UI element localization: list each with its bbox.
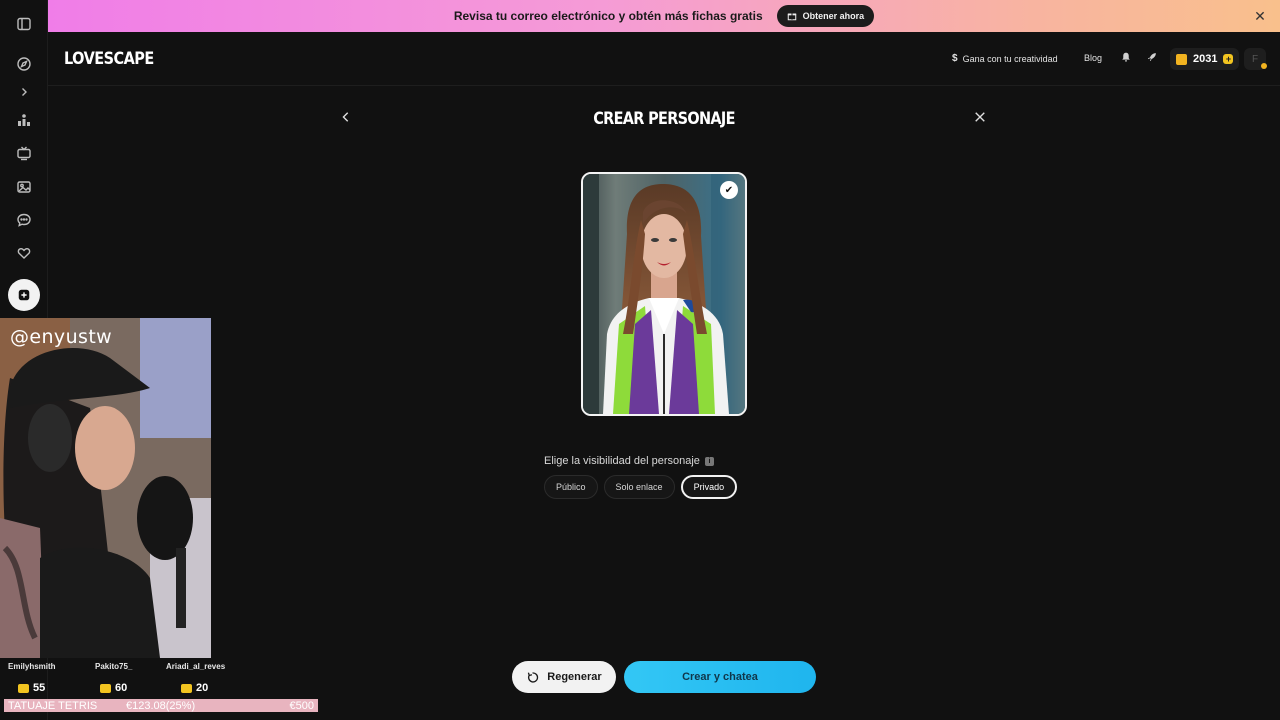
regenerate-button[interactable]: Regenerar [512, 661, 616, 693]
app-root: Revisa tu correo electrónico y obtén más… [0, 0, 1280, 720]
goal-name: TATUAJE TETRIS [8, 699, 98, 712]
visibility-label: Elige la visibilidad del personaje i [544, 455, 714, 467]
dollar-icon: $ [952, 53, 958, 64]
coin-icon [100, 683, 111, 693]
streamer-handle: @enyustw [10, 326, 113, 348]
donation-goal-bar: TATUAJE TETRIS €123.08(25%) €500 [4, 699, 318, 712]
heart-hands-icon[interactable] [12, 241, 36, 265]
selected-check-icon: ✔ [720, 181, 738, 199]
donor-amount: 20 [181, 682, 208, 694]
earn-label: Gana con tu creatividad [962, 53, 1058, 64]
avatar-initial: F [1251, 53, 1259, 65]
visibility-public-option[interactable]: Público [544, 475, 598, 499]
coin-icon [18, 683, 29, 693]
earn-link[interactable]: $ Gana con tu creatividad [952, 53, 1058, 64]
promo-banner: Revisa tu correo electrónico y obtén más… [48, 0, 1280, 32]
add-icon [18, 289, 30, 301]
close-icon[interactable] [974, 110, 988, 126]
rocket-icon[interactable] [1146, 51, 1160, 65]
compass-icon[interactable] [12, 52, 36, 76]
donor-amount: 60 [100, 682, 127, 694]
chevron-right-icon[interactable] [12, 80, 36, 104]
coin-icon [1176, 53, 1187, 65]
webcam-image [0, 318, 211, 658]
info-icon[interactable]: i [704, 456, 714, 466]
visibility-label-text: Elige la visibilidad del personaje [544, 455, 700, 467]
tv-icon[interactable] [12, 141, 36, 165]
visibility-link-option[interactable]: Solo enlace [603, 475, 675, 499]
add-character-button[interactable] [8, 279, 40, 311]
get-now-button[interactable]: Obtener ahora [776, 5, 875, 27]
page-title: CREAR PERSONAJE [593, 109, 735, 129]
coin-icon [181, 683, 192, 693]
coin-balance[interactable]: 2031 + [1170, 48, 1240, 70]
banner-close-icon[interactable]: ✕ [1252, 8, 1268, 24]
blog-link[interactable]: Blog [1084, 53, 1102, 63]
bell-icon[interactable] [1120, 51, 1134, 65]
donor-amount: 55 [18, 682, 45, 694]
notification-dot [1261, 63, 1267, 69]
character-portrait[interactable]: ✔ [581, 172, 747, 416]
gallery-icon[interactable] [12, 175, 36, 199]
coin-balance-value: 2031 [1193, 53, 1218, 65]
add-coins-icon[interactable]: + [1223, 54, 1234, 64]
portrait-image [583, 174, 745, 414]
get-now-label: Obtener ahora [802, 11, 865, 21]
top-header: LOVESCAPE $ Gana con tu creatividad Blog… [48, 32, 1280, 86]
back-arrow-icon[interactable] [340, 110, 354, 126]
donor-name: Pakito75_ [95, 662, 133, 671]
goal-progress: €123.08(25%) [126, 699, 196, 712]
app-logo[interactable]: LOVESCAPE [64, 49, 154, 69]
refresh-icon [528, 671, 539, 682]
donor-name: Ariadi_al_reves [166, 662, 226, 671]
donor-amount-value: 20 [196, 682, 209, 694]
regenerate-label: Regenerar [547, 671, 602, 683]
create-and-chat-button[interactable]: Crear y chatea [624, 661, 816, 693]
donor-name: Emilyhsmith [8, 662, 56, 671]
banner-text: Revisa tu correo electrónico y obtén más… [453, 9, 763, 23]
top-donors: Emilyhsmith 55 Pakito75_ 60 Ariadi_al_re… [0, 662, 230, 698]
chat-icon[interactable] [12, 208, 36, 232]
donor-amount-value: 60 [115, 682, 128, 694]
panel-toggle-icon[interactable] [12, 12, 36, 36]
gift-icon [787, 13, 796, 21]
visibility-private-option[interactable]: Privado [680, 475, 738, 499]
donor-amount-value: 55 [33, 682, 46, 694]
user-avatar[interactable]: F [1244, 48, 1267, 70]
visibility-options: Público Solo enlace Privado [544, 475, 738, 499]
goal-target: €500 [289, 699, 314, 712]
leaderboard-icon[interactable] [12, 108, 36, 132]
webcam-overlay: @enyustw [0, 318, 211, 658]
